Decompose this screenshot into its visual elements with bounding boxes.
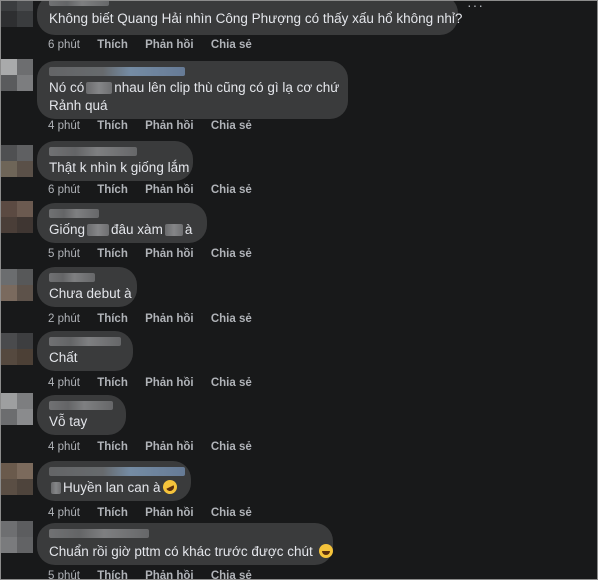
- comment-bubble: Huyền lan can à: [37, 461, 191, 501]
- reply-button[interactable]: Phản hồi: [145, 570, 194, 579]
- comment-actions: 5 phút Thích Phản hồi Chia sẻ: [48, 570, 266, 579]
- comment-time[interactable]: 2 phút: [48, 313, 80, 325]
- blurred-author-name[interactable]: [49, 147, 137, 156]
- blurred-author-name[interactable]: [49, 209, 99, 218]
- reply-button[interactable]: Phản hồi: [145, 120, 194, 132]
- comment-time[interactable]: 5 phút: [48, 248, 80, 260]
- avatar[interactable]: [1, 463, 33, 495]
- like-button[interactable]: Thích: [97, 377, 128, 389]
- more-options-icon[interactable]: ···: [467, 1, 484, 13]
- blurred-author-name[interactable]: [49, 273, 95, 282]
- like-button[interactable]: Thích: [97, 120, 128, 132]
- comment-item: Huyền lan can à 4 phút Thích Phản hồi Ch…: [1, 457, 597, 521]
- comment-actions: 6 phút Thích Phản hồi Chia sẻ: [48, 39, 266, 51]
- comment-time[interactable]: 4 phút: [48, 441, 80, 453]
- share-button[interactable]: Chia sẻ: [211, 570, 252, 579]
- comment-text: Huyền lan can à: [49, 477, 179, 497]
- like-button[interactable]: Thích: [97, 441, 128, 453]
- comment-time[interactable]: 5 phút: [48, 570, 80, 579]
- avatar[interactable]: [1, 1, 33, 27]
- like-button[interactable]: Thích: [97, 570, 128, 579]
- share-button[interactable]: Chia sẻ: [211, 313, 252, 325]
- rolling-laughing-emoji: [160, 477, 179, 497]
- comment-bubble: Vỗ tay: [37, 395, 126, 435]
- comment-time[interactable]: 4 phút: [48, 120, 80, 132]
- reply-button[interactable]: Phản hồi: [145, 441, 194, 453]
- comment-actions: 4 phút Thích Phản hồi Chia sẻ: [48, 507, 266, 519]
- blurred-author-name[interactable]: [49, 529, 149, 538]
- comment-item: Giống đâu xàm à 5 phút Thích Phản hồi Chia…: [1, 197, 597, 263]
- like-button[interactable]: Thích: [97, 184, 128, 196]
- comment-time[interactable]: 6 phút: [48, 39, 80, 51]
- comment-item: Chưa debut à 2 phút Thích Phản hồi Chia …: [1, 263, 597, 327]
- avatar[interactable]: [1, 393, 33, 425]
- reply-button[interactable]: Phản hồi: [145, 377, 194, 389]
- share-button[interactable]: Chia sẻ: [211, 120, 252, 132]
- reply-button[interactable]: Phản hồi: [145, 39, 194, 51]
- comment-item: Không biết Quang Hải nhìn Công Phượng có…: [1, 1, 597, 55]
- comment-bubble: Chưa debut à: [37, 267, 137, 307]
- share-button[interactable]: Chia sẻ: [211, 441, 252, 453]
- like-button[interactable]: Thích: [97, 39, 128, 51]
- avatar[interactable]: [1, 145, 33, 177]
- comment-bubble: Không biết Quang Hải nhìn Công Phượng có…: [37, 1, 462, 35]
- share-button[interactable]: Chia sẻ: [211, 39, 252, 51]
- reply-button[interactable]: Phản hồi: [145, 184, 194, 196]
- comment-item: Thật k nhìn k giống lắm 6 phút Thích Phả…: [1, 133, 597, 199]
- comment-bubble: Giống đâu xàm à: [37, 203, 207, 243]
- comment-item: Vỗ tay 4 phút Thích Phản hồi Chia sẻ: [1, 391, 597, 457]
- grinning-sweat-emoji: [318, 544, 333, 558]
- comment-item: Chuẩn rồi giờ pttm có khác trước được ch…: [1, 521, 597, 579]
- like-button[interactable]: Thích: [97, 313, 128, 325]
- reply-button[interactable]: Phản hồi: [145, 248, 194, 260]
- avatar[interactable]: [1, 521, 33, 553]
- comment-text: Chuẩn rồi giờ pttm có khác trước được ch…: [49, 543, 333, 561]
- share-button[interactable]: Chia sẻ: [211, 507, 252, 519]
- comment-time[interactable]: 4 phút: [48, 377, 80, 389]
- avatar[interactable]: [1, 269, 33, 301]
- blurred-author-name[interactable]: [49, 467, 185, 476]
- comments-panel: Không biết Quang Hải nhìn Công Phượng có…: [0, 0, 598, 580]
- comment-actions: 4 phút Thích Phản hồi Chia sẻ: [48, 377, 266, 389]
- like-button[interactable]: Thích: [97, 248, 128, 260]
- comment-bubble: Thật k nhìn k giống lắm: [37, 141, 193, 181]
- comment-bubble: Chất: [37, 331, 133, 371]
- comment-actions: 2 phút Thích Phản hồi Chia sẻ: [48, 313, 266, 325]
- comment-text: Chất: [49, 350, 78, 365]
- share-button[interactable]: Chia sẻ: [211, 184, 252, 196]
- comment-bubble: Chuẩn rồi giờ pttm có khác trước được ch…: [37, 523, 333, 565]
- comment-text: Không biết Quang Hải nhìn Công Phượng có…: [49, 11, 463, 26]
- comment-actions: 4 phút Thích Phản hồi Chia sẻ: [48, 120, 266, 132]
- comment-text-line2: Rảnh quá: [49, 98, 108, 113]
- blurred-author-name[interactable]: [49, 67, 185, 76]
- avatar[interactable]: [1, 59, 33, 91]
- share-button[interactable]: Chia sẻ: [211, 248, 252, 260]
- avatar[interactable]: [1, 201, 33, 233]
- blurred-author-name[interactable]: [49, 401, 113, 410]
- comment-item: Nó có nhau lên clip thù cũng có gì lạ cơ …: [1, 59, 597, 137]
- reply-button[interactable]: Phản hồi: [145, 313, 194, 325]
- comment-text: Giống đâu xàm à: [49, 222, 193, 237]
- comment-bubble: Nó có nhau lên clip thù cũng có gì lạ cơ …: [37, 61, 348, 119]
- comment-item: Chất 4 phút Thích Phản hồi Chia sẻ: [1, 327, 597, 391]
- like-button[interactable]: Thích: [97, 507, 128, 519]
- comment-actions: 5 phút Thích Phản hồi Chia sẻ: [48, 248, 266, 260]
- comment-actions: 6 phút Thích Phản hồi Chia sẻ: [48, 184, 266, 196]
- blurred-author-name[interactable]: [49, 337, 121, 346]
- blurred-author-name[interactable]: [49, 1, 109, 6]
- comment-actions: 4 phút Thích Phản hồi Chia sẻ: [48, 441, 266, 453]
- share-button[interactable]: Chia sẻ: [211, 377, 252, 389]
- comment-text: Chưa debut à: [49, 286, 132, 301]
- reply-button[interactable]: Phản hồi: [145, 507, 194, 519]
- comment-time[interactable]: 6 phút: [48, 184, 80, 196]
- comment-text: Nó có nhau lên clip thù cũng có gì lạ cơ …: [49, 80, 340, 95]
- avatar[interactable]: [1, 333, 33, 365]
- comment-text: Thật k nhìn k giống lắm: [49, 160, 190, 175]
- comment-text: Vỗ tay: [49, 414, 88, 429]
- comment-time[interactable]: 4 phút: [48, 507, 80, 519]
